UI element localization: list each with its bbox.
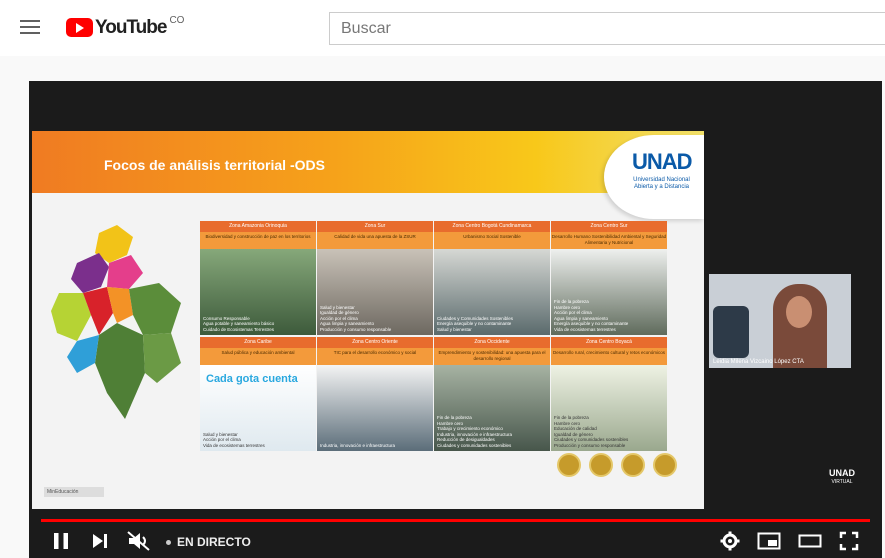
zone-card: Zona Centro Bogotá Cundinamarca Urbanism… (434, 221, 550, 335)
certification-seal (589, 453, 613, 477)
zone-name: Zona Centro Bogotá Cundinamarca (434, 221, 550, 232)
zone-description: TIC para el desarrollo económico y socia… (317, 348, 433, 365)
unad-logo-name: UNAD (632, 149, 693, 174)
zone-description: Salud pública y educación ambiental (200, 348, 316, 365)
youtube-logo[interactable]: YouTube CO (66, 15, 185, 40)
unad-virtual-watermark: UNAD VIRTUAL (829, 469, 855, 487)
zone-items: Fin de la pobreza Hambre cero Acción por… (554, 299, 629, 332)
zone-items: Consumo Responsable Agua potable y sanea… (203, 315, 275, 332)
zone-description: Emprendimiento y sostenibilidad: una apu… (434, 348, 550, 365)
zone-items: Fin de la pobreza Hambre cero Trabajo y … (437, 415, 513, 448)
participant-name: Leidia Milena Vizcaino López CTA (713, 359, 804, 365)
zone-description: Biodiversidad y construcción de paz en l… (200, 232, 316, 249)
zone-items: Fin de la pobreza Hambre cero Educación … (554, 415, 629, 448)
zone-photo (317, 365, 433, 451)
poster-title: Cada gota cuenta (206, 373, 298, 385)
certification-seal (653, 453, 677, 477)
watermark-name: UNAD (829, 468, 855, 478)
live-indicator[interactable]: EN DIRECTO (166, 535, 251, 549)
miniplayer-icon[interactable] (757, 531, 781, 551)
zone-card: Zona Sur Calidad de vida una apuesta de … (317, 221, 433, 335)
mineducacion-logo: MinEducación (44, 487, 104, 497)
pause-icon[interactable] (51, 531, 71, 551)
unad-logo-subtitle: Universidad Nacional Abierta y a Distanc… (633, 177, 690, 190)
zone-name: Zona Centro Sur (551, 221, 667, 232)
unad-logo: UNAD Universidad Nacional Abierta y a Di… (604, 135, 704, 219)
certification-seal (621, 453, 645, 477)
zone-name: Zona Centro Oriente (317, 337, 433, 348)
zone-name: Zona Centro Boyacá (551, 337, 667, 348)
zone-name: Zona Amazonia Orinoquia (200, 221, 316, 232)
fullscreen-icon[interactable] (839, 531, 859, 551)
logo-text: YouTube (95, 17, 167, 38)
play-logo-icon (66, 18, 93, 37)
country-code: CO (169, 15, 185, 26)
zone-card: Zona Centro Sur Desarrollo Humano Sosten… (551, 221, 667, 335)
player-controls: EN DIRECTO (29, 522, 882, 558)
zone-items: Industria, innovación e infraestructura (320, 442, 396, 448)
zone-description: Calidad de vida una apuesta de la ZSUR (317, 232, 433, 249)
slide-header: Focos de análisis territorial -ODS (32, 131, 704, 193)
theater-mode-icon[interactable] (798, 531, 822, 551)
settings-icon[interactable] (720, 531, 740, 551)
zone-description: Desarrollo rural, crecimiento cultural y… (551, 348, 667, 365)
zone-description: Desarrollo Humano Sostenibilidad Ambient… (551, 232, 667, 249)
zone-card: Zona Centro Boyacá Desarrollo rural, cre… (551, 337, 667, 451)
colombia-map (51, 225, 181, 419)
zones-grid: Zona Amazonia Orinoquia Biodiversidad y … (200, 221, 667, 451)
chair-shape (713, 306, 749, 358)
zone-card: Zona Occidente Emprendimiento y sostenib… (434, 337, 550, 451)
zone-items: Salud y bienestar Igualdad de género Acc… (320, 304, 392, 332)
participant-face (786, 296, 812, 328)
watermark-sub: VIRTUAL (831, 479, 853, 485)
certification-seal (557, 453, 581, 477)
next-icon[interactable] (91, 531, 109, 551)
certification-seals (557, 453, 697, 487)
presentation-slide: Focos de análisis territorial -ODS UNAD … (32, 131, 704, 509)
zone-description: Urbanismo Social Sostenible (434, 232, 550, 249)
masthead: YouTube CO (0, 0, 885, 56)
zone-items: Ciudades y Comunidades Sostenibles Energ… (437, 315, 514, 332)
zone-name: Zona Caribe (200, 337, 316, 348)
video-player[interactable]: Focos de análisis territorial -ODS UNAD … (29, 81, 882, 558)
zone-name: Zona Sur (317, 221, 433, 232)
zone-items: Salud y bienestar Acción por el clima Vi… (203, 431, 265, 448)
zone-name: Zona Occidente (434, 337, 550, 348)
mute-icon[interactable] (127, 531, 151, 551)
zone-card: Zona Caribe Salud pública y educación am… (200, 337, 316, 451)
zone-card: Zona Amazonia Orinoquia Biodiversidad y … (200, 221, 316, 335)
slide-title: Focos de análisis territorial -ODS (104, 157, 325, 173)
live-dot-icon (166, 540, 171, 546)
webcam-participant: Leidia Milena Vizcaino López CTA (709, 274, 851, 368)
zone-card: Zona Centro Oriente TIC para el desarrol… (317, 337, 433, 451)
search-input[interactable] (329, 12, 885, 45)
menu-icon[interactable] (20, 20, 40, 36)
